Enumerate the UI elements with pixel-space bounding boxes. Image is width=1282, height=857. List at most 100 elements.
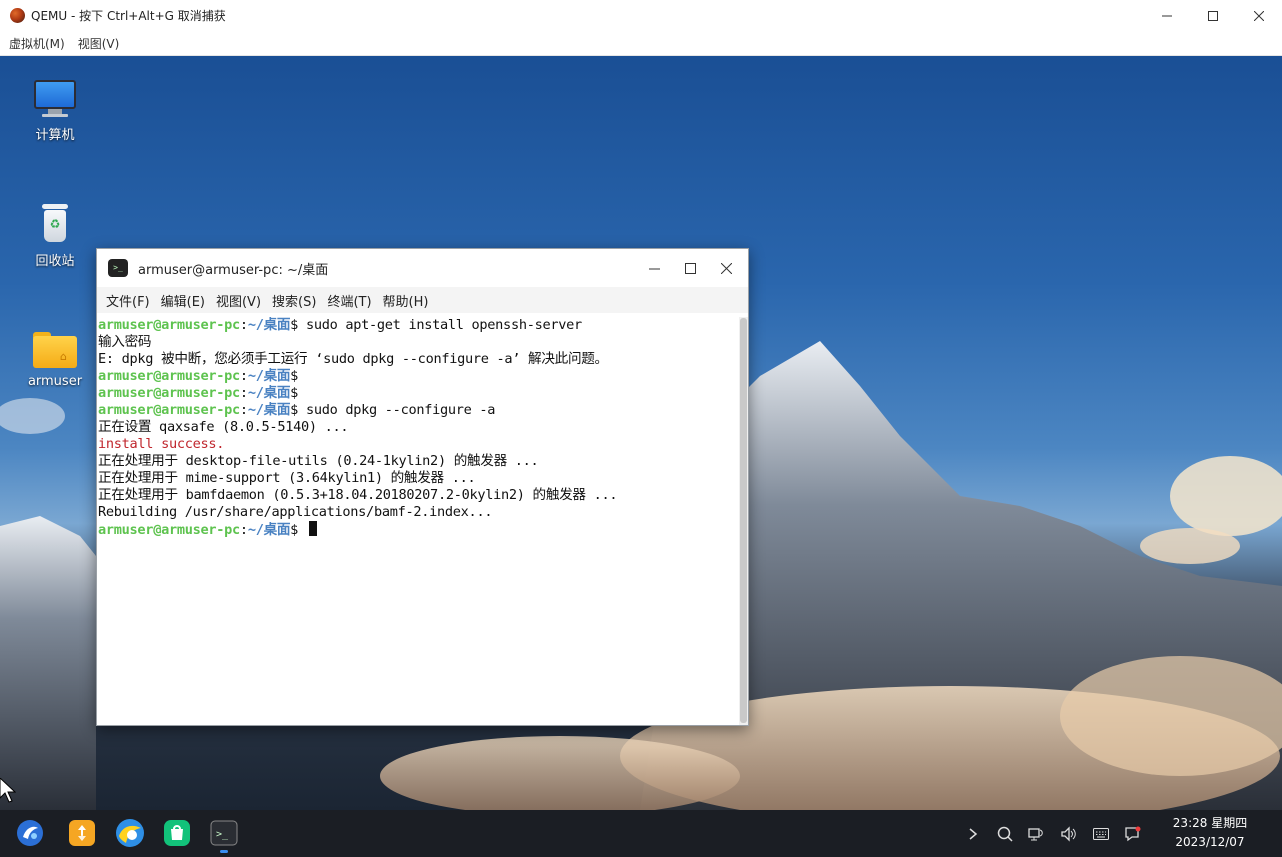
desktop-icon-home-folder[interactable]: ⌂ armuser (15, 332, 95, 389)
mouse-pointer-icon (0, 778, 16, 803)
svg-text:>_: >_ (216, 829, 229, 840)
terminal-scrollbar-thumb[interactable] (740, 318, 747, 723)
terminal-line: armuser@armuser-pc:~/桌面$ sudo dpkg --con… (98, 402, 739, 419)
close-button[interactable] (1236, 0, 1282, 31)
taskbar-app-terminal[interactable]: >_ (209, 818, 239, 848)
terminal-line: install success. (98, 436, 739, 453)
desktop-icon-label: armuser (27, 374, 83, 389)
minimize-icon (1162, 15, 1172, 16)
taskbar: >_ 23:28 星期四 2023/12/07 (0, 810, 1282, 857)
app-store-icon (164, 820, 190, 846)
keyboard-icon (1093, 827, 1109, 840)
terminal-icon: >_ (210, 820, 238, 846)
prompt-separator: : (239, 368, 248, 384)
command-text: sudo dpkg --configure -a (305, 402, 496, 418)
prompt-user: armuser@armuser-pc (98, 522, 240, 538)
terminal-menu-edit[interactable]: 编辑(E) (161, 291, 205, 310)
tray-network-button[interactable] (1021, 810, 1053, 857)
minimize-icon (648, 268, 660, 269)
menu-view[interactable]: 视图(V) (78, 35, 120, 52)
tray-search-button[interactable] (989, 810, 1021, 857)
tray-notification-button[interactable] (1117, 810, 1149, 857)
computer-icon (34, 80, 76, 118)
terminal-line: E: dpkg 被中断，您必须手工运行 ‘sudo dpkg --configu… (98, 351, 739, 368)
terminal-line: armuser@armuser-pc:~/桌面$ sudo apt-get in… (98, 317, 739, 334)
qemu-titlebar: QEMU - 按下 Ctrl+Alt+G 取消捕获 (0, 0, 1282, 31)
desktop-icon-computer[interactable]: 计算机 (15, 80, 95, 143)
command-text: sudo apt-get install openssh-server (305, 317, 582, 333)
prompt-path: ~/桌面 (247, 368, 291, 384)
taskbar-app-store[interactable] (162, 818, 192, 848)
terminal-maximize-button[interactable] (672, 249, 708, 287)
terminal-minimize-button[interactable] (636, 249, 672, 287)
prompt-end: $ (290, 402, 306, 418)
qemu-menubar: 虚拟机(M) 视图(V) (0, 31, 1282, 56)
terminal-line: 正在设置 qaxsafe (8.0.5-5140) ... (98, 419, 739, 436)
terminal-title: armuser@armuser-pc: ~/桌面 (138, 262, 329, 278)
menu-machine[interactable]: 虚拟机(M) (9, 35, 65, 52)
terminal-titlebar[interactable]: >_ armuser@armuser-pc: ~/桌面 (97, 249, 748, 287)
desktop-icon-trash[interactable]: ♻ 回收站 (15, 204, 95, 269)
prompt-separator: : (239, 385, 248, 401)
prompt-end: $ (290, 522, 306, 538)
terminal-line: 正在处理用于 desktop-file-utils (0.24-1kylin2)… (98, 453, 739, 470)
close-icon (1254, 10, 1264, 21)
desktop-icon-label: 计算机 (35, 128, 75, 143)
prompt-separator: : (239, 522, 248, 538)
terminal-line: armuser@armuser-pc:~/桌面$ (98, 368, 739, 385)
browser-icon (116, 819, 144, 847)
terminal-menu-view[interactable]: 视图(V) (216, 291, 261, 310)
prompt-path: ~/桌面 (247, 402, 291, 418)
prompt-user: armuser@armuser-pc (98, 317, 240, 333)
start-menu-button[interactable] (15, 818, 45, 848)
expand-tray-icon (969, 827, 978, 840)
terminal-line: armuser@armuser-pc:~/桌面$ (98, 385, 739, 402)
output-text: 输入密码 (98, 334, 152, 350)
output-text: 正在设置 qaxsafe (8.0.5-5140) ... (98, 419, 349, 435)
terminal-menu-help[interactable]: 帮助(H) (383, 291, 429, 310)
prompt-separator: : (239, 402, 248, 418)
output-text: 正在处理用于 desktop-file-utils (0.24-1kylin2)… (98, 453, 539, 469)
prompt-end: $ (290, 368, 306, 384)
prompt-end: $ (290, 317, 306, 333)
prompt-separator: : (239, 317, 248, 333)
maximize-button[interactable] (1190, 0, 1236, 31)
search-icon (997, 826, 1013, 842)
taskbar-clock[interactable]: 23:28 星期四 2023/12/07 (1160, 814, 1260, 852)
terminal-menu-search[interactable]: 搜索(S) (272, 291, 316, 310)
trash-icon: ♻ (40, 204, 70, 244)
prompt-user: armuser@armuser-pc (98, 385, 240, 401)
qemu-window-controls (1144, 0, 1282, 31)
prompt-path: ~/桌面 (247, 522, 291, 538)
taskbar-app-browser[interactable] (115, 818, 145, 848)
prompt-end: $ (290, 385, 306, 401)
terminal-menu-terminal[interactable]: 终端(T) (327, 291, 371, 310)
system-tray (957, 810, 1149, 857)
tray-volume-button[interactable] (1053, 810, 1085, 857)
network-icon (1028, 827, 1043, 840)
output-text: 正在处理用于 mime-support (3.64kylin1) 的触发器 ..… (98, 470, 476, 486)
output-text: E: dpkg 被中断，您必须手工运行 ‘sudo dpkg --configu… (98, 351, 608, 367)
output-text: Rebuilding /usr/share/applications/bamf-… (98, 504, 493, 520)
tray-keyboard-button[interactable] (1085, 810, 1117, 857)
taskbar-app-file-transfer[interactable] (67, 818, 97, 848)
qemu-window-title: QEMU - 按下 Ctrl+Alt+G 取消捕获 (31, 9, 226, 23)
terminal-scrollbar[interactable] (739, 317, 748, 725)
prompt-user: armuser@armuser-pc (98, 402, 240, 418)
terminal-line: armuser@armuser-pc:~/桌面$ (98, 521, 739, 538)
terminal-window[interactable]: >_ armuser@armuser-pc: ~/桌面 文件(F) 编辑(E) … (96, 248, 749, 726)
terminal-output[interactable]: armuser@armuser-pc:~/桌面$ sudo apt-get in… (97, 317, 739, 725)
qemu-logo-icon (10, 8, 25, 23)
prompt-path: ~/桌面 (247, 385, 291, 401)
terminal-menu-file[interactable]: 文件(F) (106, 291, 150, 310)
terminal-close-button[interactable] (708, 249, 744, 287)
terminal-line: 正在处理用于 bamfdaemon (0.5.3+18.04.20180207.… (98, 487, 739, 504)
terminal-line: 输入密码 (98, 334, 739, 351)
prompt-path: ~/桌面 (247, 317, 291, 333)
minimize-button[interactable] (1144, 0, 1190, 31)
expand-tray-button[interactable] (957, 810, 989, 857)
desktop-icon-label: 回收站 (35, 254, 75, 269)
terminal-line: 正在处理用于 mime-support (3.64kylin1) 的触发器 ..… (98, 470, 739, 487)
volume-icon (1061, 825, 1076, 842)
text-cursor (308, 521, 317, 536)
